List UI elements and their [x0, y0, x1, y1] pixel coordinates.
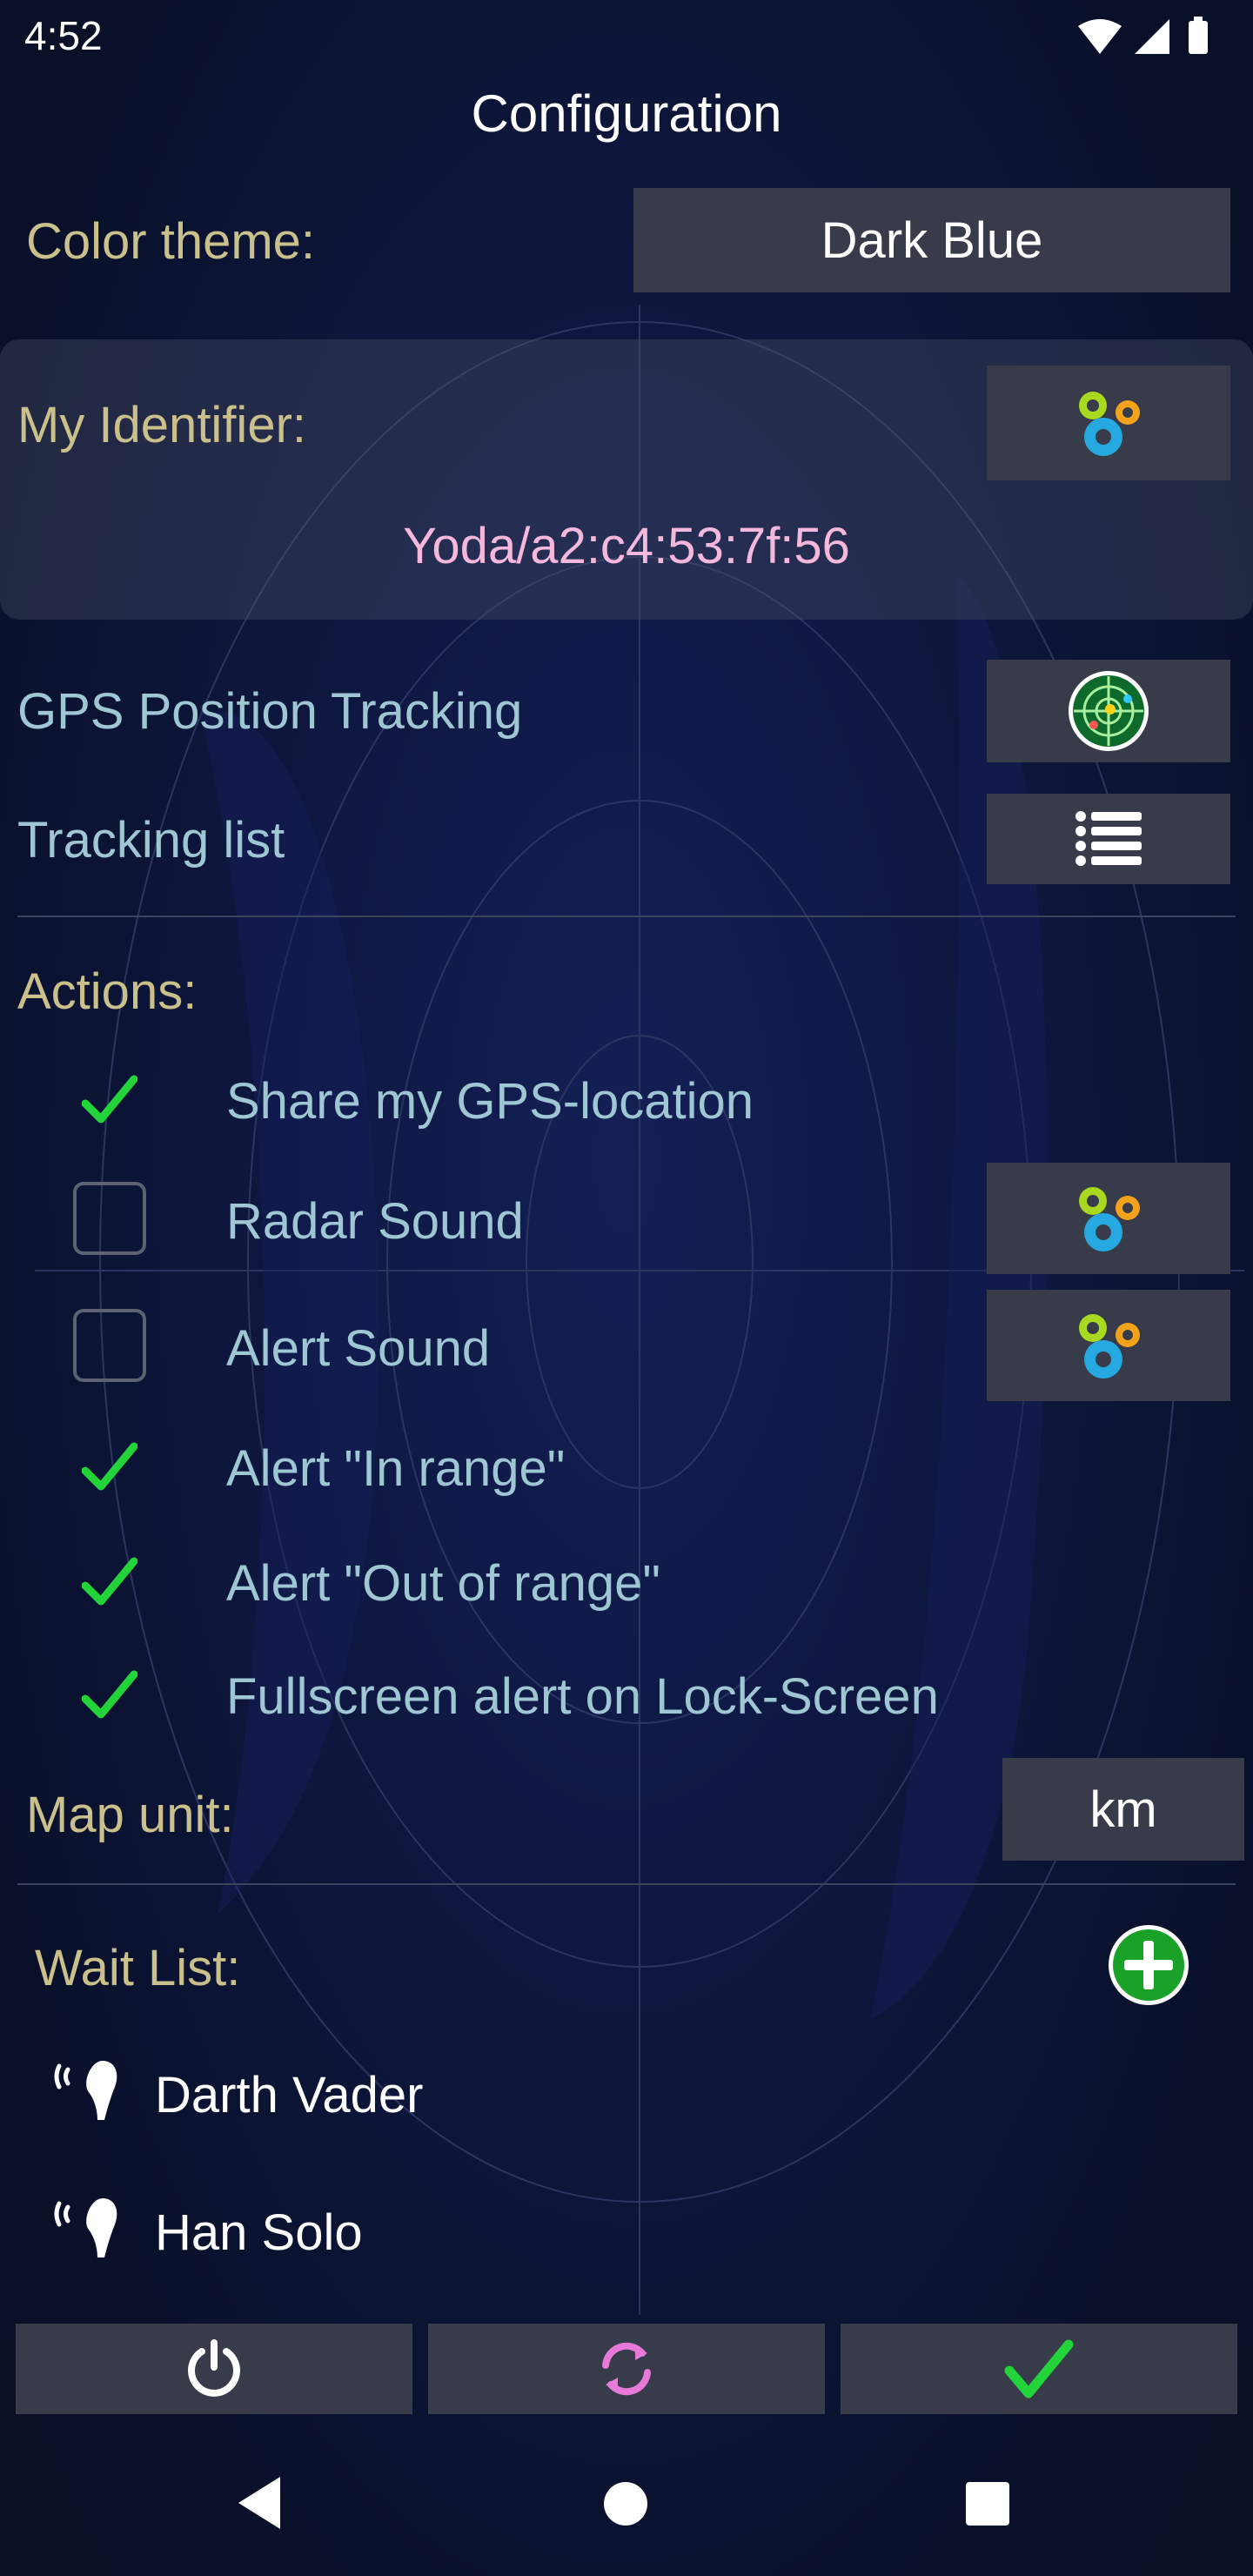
wait-list-item-han-solo[interactable]: Han Solo: [155, 2204, 363, 2262]
alert-in-range-label: Alert "In range": [226, 1440, 566, 1497]
battery-icon: [1189, 17, 1208, 54]
back-icon[interactable]: [235, 2475, 287, 2531]
radar-sound-label: Radar Sound: [226, 1193, 524, 1250]
wait-list-label: Wait List:: [35, 1940, 241, 1996]
radar-sound-settings-button[interactable]: [987, 1163, 1230, 1274]
fullscreen-alert-label: Fullscreen alert on Lock-Screen: [226, 1668, 939, 1725]
color-theme-button[interactable]: Dark Blue: [633, 188, 1230, 292]
divider: [17, 1883, 1236, 1885]
share-location-label: Share my GPS-location: [226, 1073, 754, 1130]
map-unit-button[interactable]: km: [1002, 1758, 1244, 1861]
wifi-icon: [1078, 19, 1122, 54]
alert-sound-settings-button[interactable]: [987, 1290, 1230, 1401]
fullscreen-alert-checkbox[interactable]: [82, 1667, 137, 1723]
alert-sound-label: Alert Sound: [226, 1320, 491, 1377]
tracking-list-label: Tracking list: [17, 812, 285, 869]
actions-label: Actions:: [17, 963, 198, 1020]
check-icon: [1004, 2339, 1074, 2398]
divider: [17, 916, 1236, 917]
power-button[interactable]: [16, 2324, 412, 2414]
gears-icon: [1079, 392, 1140, 456]
wait-list-item-darth-vader[interactable]: Darth Vader: [155, 2066, 423, 2124]
color-theme-label: Color theme:: [26, 213, 316, 270]
tracking-list-button[interactable]: [987, 794, 1230, 884]
signal-person-icon: [54, 2061, 117, 2120]
status-icons: [1074, 16, 1222, 59]
cell-signal-icon: [1135, 19, 1169, 54]
page-title: Configuration: [471, 84, 782, 143]
gps-tracking-label: GPS Position Tracking: [17, 683, 523, 740]
alert-sound-checkbox[interactable]: [73, 1309, 146, 1382]
signal-person-icon: [54, 2198, 117, 2257]
add-icon[interactable]: [1107, 1923, 1190, 2007]
gears-icon: [1079, 1187, 1140, 1251]
recents-icon[interactable]: [964, 2480, 1011, 2527]
identifier-value: Yoda/a2:c4:53:7f:56: [403, 518, 850, 574]
map-unit-label: Map unit:: [26, 1787, 234, 1843]
gears-icon: [1079, 1314, 1140, 1379]
home-icon[interactable]: [602, 2480, 649, 2527]
alert-in-range-checkbox[interactable]: [82, 1439, 137, 1495]
share-location-checkbox[interactable]: [82, 1072, 137, 1128]
radar-icon: [1069, 671, 1149, 751]
status-time: 4:52: [24, 13, 103, 58]
identifier-label: My Identifier:: [17, 397, 306, 453]
alert-out-of-range-label: Alert "Out of range": [226, 1555, 660, 1612]
identifier-settings-button[interactable]: [987, 366, 1230, 480]
radar-sound-checkbox[interactable]: [73, 1182, 146, 1255]
refresh-icon: [602, 2342, 651, 2396]
power-icon: [188, 2339, 240, 2397]
refresh-button[interactable]: [428, 2324, 825, 2414]
alert-out-of-range-checkbox[interactable]: [82, 1554, 137, 1610]
gps-tracking-button[interactable]: [987, 660, 1230, 762]
list-icon: [1075, 811, 1142, 866]
confirm-button[interactable]: [841, 2324, 1237, 2414]
